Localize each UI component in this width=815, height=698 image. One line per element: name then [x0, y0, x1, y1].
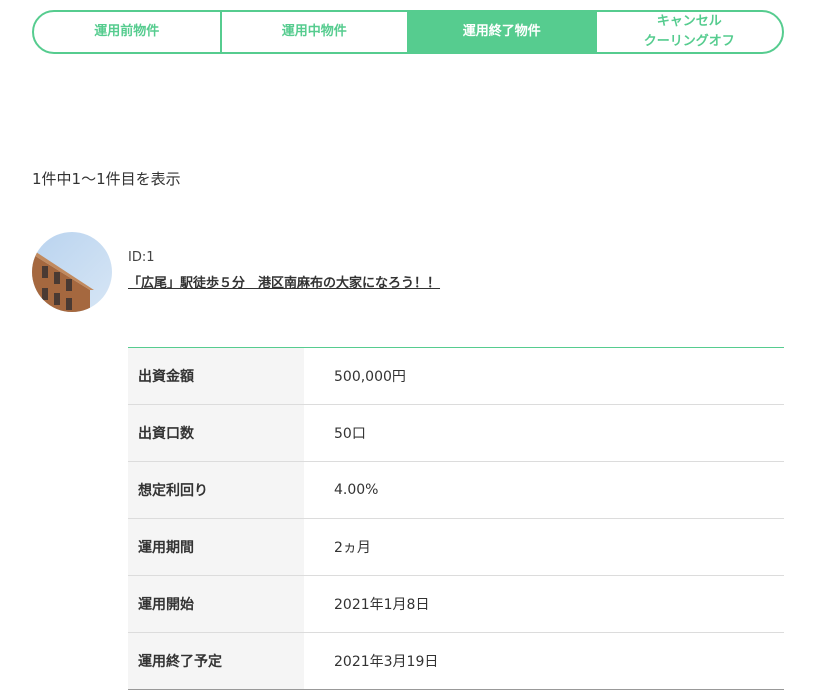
property-card-header: ID:1 「広尾」駅徒歩５分 港区南麻布の大家になろう！！ [32, 232, 784, 312]
detail-row-operation-end: 運用終了予定 2021年3月19日 [128, 633, 784, 690]
tab-cancel-label: キャンセル クーリングオフ [644, 12, 735, 52]
building-photo-icon [32, 232, 112, 312]
detail-row-operation-start: 運用開始 2021年1月8日 [128, 576, 784, 633]
detail-label: 運用開始 [128, 576, 304, 632]
tab-cancel-label-line1: キャンセル [656, 14, 722, 29]
detail-label: 出資口数 [128, 405, 304, 461]
detail-label: 想定利回り [128, 462, 304, 518]
detail-value: 500,000円 [334, 369, 406, 385]
detail-row-investment-amount: 出資金額 500,000円 [128, 348, 784, 405]
detail-value: 2021年3月19日 [334, 654, 439, 670]
property-detail-table: 出資金額 500,000円 出資口数 50口 想定利回り 4.00% 運用期間 … [128, 347, 784, 690]
property-thumbnail[interactable] [32, 232, 112, 312]
tab-in-operation[interactable]: 運用中物件 [222, 12, 409, 52]
status-tabs: 運用前物件 運用中物件 運用終了物件 キャンセル クーリングオフ [32, 10, 784, 54]
detail-label: 出資金額 [128, 348, 304, 404]
detail-value: 4.00% [334, 482, 379, 498]
detail-value: 2ヵ月 [334, 540, 371, 556]
result-count: 1件中1〜1件目を表示 [32, 170, 181, 188]
detail-row-units: 出資口数 50口 [128, 405, 784, 462]
detail-label: 運用期間 [128, 519, 304, 575]
property-id: ID:1 [128, 250, 155, 265]
detail-row-operation-period: 運用期間 2ヵ月 [128, 519, 784, 576]
tab-operation-ended[interactable]: 運用終了物件 [409, 12, 597, 52]
detail-value: 2021年1月8日 [334, 597, 430, 613]
tab-before-operation[interactable]: 運用前物件 [34, 12, 222, 52]
detail-row-expected-yield: 想定利回り 4.00% [128, 462, 784, 519]
property-title-link[interactable]: 「広尾」駅徒歩５分 港区南麻布の大家になろう！！ [128, 272, 440, 291]
tab-cancel-label-line2: クーリングオフ [643, 34, 735, 49]
detail-label: 運用終了予定 [128, 633, 304, 689]
tab-cancel-cooling-off[interactable]: キャンセル クーリングオフ [597, 12, 783, 52]
detail-value: 50口 [334, 426, 366, 442]
